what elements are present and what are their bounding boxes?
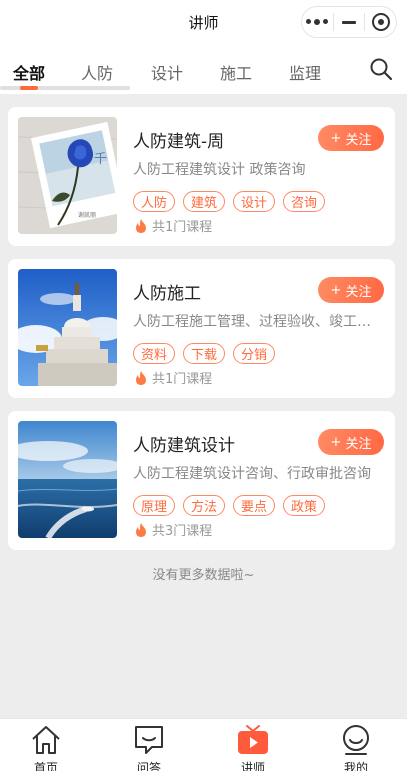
tag: 咨询 — [283, 191, 326, 212]
page-title: 讲师 — [188, 13, 219, 32]
tabbar-item-mine[interactable]: 我的 — [326, 723, 386, 771]
fire-icon — [136, 522, 146, 537]
tag: 人防 — [133, 191, 176, 212]
target-icon — [371, 13, 390, 31]
tag: 设计 — [233, 191, 276, 212]
tabbar-label: 我的 — [343, 761, 368, 771]
tag: 下载 — [183, 343, 226, 364]
tabbar-label: 首页 — [33, 761, 58, 771]
lecturer-card[interactable]: 人防建筑设计 + 关注 人防工程建筑设计咨询、行政审批咨询 原理 方法 要点 政… — [8, 411, 395, 550]
follow-button[interactable]: + 关注 — [318, 125, 384, 151]
course-count-label: 共3门课程 — [152, 524, 213, 539]
fire-icon — [136, 218, 146, 233]
tab-active-indicator — [20, 86, 38, 90]
course-count: 共1门课程 — [135, 216, 212, 235]
title-bar: 讲师 — [0, 0, 407, 44]
tag: 建筑 — [183, 191, 226, 212]
chat-icon — [135, 726, 163, 754]
close-button[interactable] — [365, 7, 396, 37]
lecturer-thumbnail: 千 谢凯丽 — [18, 117, 117, 234]
follow-label: 关注 — [345, 132, 372, 148]
tag: 原理 — [133, 495, 176, 516]
lecturer-description: 人防工程施工管理、过程验收、竣工验收 — [133, 314, 378, 330]
tag: 政策 — [283, 495, 326, 516]
course-count: 共1门课程 — [135, 368, 212, 387]
tabbar-label: 讲师 — [240, 761, 265, 771]
tab-civil-defense[interactable]: 人防 — [81, 60, 113, 84]
lecturer-name: 人防施工 — [133, 284, 201, 304]
plus-icon: + — [330, 282, 342, 298]
follow-button[interactable]: + 关注 — [318, 277, 384, 303]
tab-design[interactable]: 设计 — [151, 60, 183, 84]
follow-label: 关注 — [345, 284, 372, 300]
bottom-tab-bar: 首页 问答 讲师 我的 — [0, 718, 407, 771]
tabbar-item-home[interactable]: 首页 — [16, 723, 76, 771]
lecturer-name: 人防建筑设计 — [133, 436, 235, 456]
plus-icon: + — [330, 130, 342, 146]
tag-list: 原理 方法 要点 政策 — [133, 495, 326, 516]
svg-text:谢凯丽: 谢凯丽 — [78, 211, 96, 219]
mini-program-capsule — [301, 6, 397, 38]
video-icon — [238, 725, 268, 754]
tab-construction[interactable]: 施工 — [220, 60, 252, 84]
lecturer-name: 人防建筑-周 — [133, 132, 225, 152]
tag: 方法 — [183, 495, 226, 516]
home-icon — [32, 726, 60, 754]
lecturer-description: 人防工程建筑设计咨询、行政审批咨询 — [133, 466, 371, 482]
tabbar-item-qa[interactable]: 问答 — [119, 723, 179, 771]
no-more-data-text: 没有更多数据啦~ — [152, 568, 255, 583]
lecturer-card[interactable]: 千 谢凯丽 人防建筑-周 + 关注 人防工程建筑设计 政策咨询 人防 建筑 设计… — [8, 107, 395, 246]
search-icon[interactable] — [369, 57, 393, 81]
follow-button[interactable]: + 关注 — [318, 429, 384, 455]
tag: 分销 — [233, 343, 276, 364]
tab-supervision[interactable]: 监理 — [289, 60, 321, 84]
course-count-label: 共1门课程 — [152, 220, 213, 235]
course-count: 共3门课程 — [135, 520, 212, 539]
category-tabs: 全部 人防 设计 施工 监理 — [0, 44, 407, 94]
lecturer-thumbnail — [18, 421, 117, 538]
tab-all[interactable]: 全部 — [13, 60, 45, 84]
course-count-label: 共1门课程 — [152, 372, 213, 387]
more-button[interactable] — [302, 7, 333, 37]
tag: 资料 — [133, 343, 176, 364]
tag-list: 资料 下载 分销 — [133, 343, 276, 364]
user-icon — [343, 725, 369, 755]
minimize-button[interactable] — [334, 7, 365, 37]
tabbar-label: 问答 — [136, 761, 161, 771]
svg-text:千: 千 — [94, 152, 107, 167]
more-dots-icon — [306, 18, 329, 25]
lecturer-thumbnail — [18, 269, 117, 386]
lecturer-card[interactable]: 人防施工 + 关注 人防工程施工管理、过程验收、竣工验收 资料 下载 分销 共1… — [8, 259, 395, 398]
lecturer-description: 人防工程建筑设计 政策咨询 — [133, 162, 306, 178]
plus-icon: + — [330, 434, 342, 450]
minus-icon — [342, 20, 356, 24]
tag: 要点 — [233, 495, 276, 516]
fire-icon — [136, 370, 146, 385]
tag-list: 人防 建筑 设计 咨询 — [133, 191, 326, 212]
tabbar-item-lecturer[interactable]: 讲师 — [223, 723, 283, 771]
follow-label: 关注 — [345, 436, 372, 452]
